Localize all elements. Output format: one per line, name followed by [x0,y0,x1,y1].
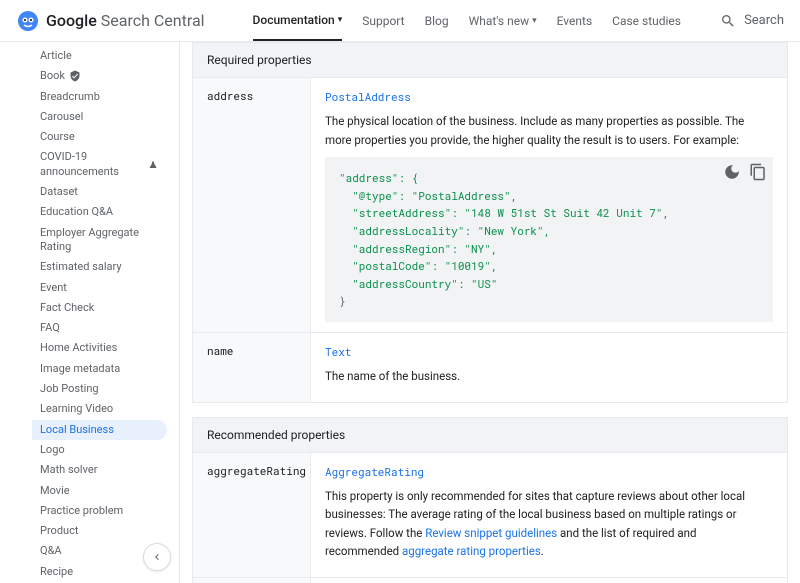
nav-support[interactable]: Support [362,1,404,41]
sidebar-item-product[interactable]: Product [32,521,179,541]
type-link-aggregaterating[interactable]: AggregateRating [325,464,424,479]
sidebar-item-faq[interactable]: FAQ [32,318,179,338]
type-link-postaladdress[interactable]: PostalAddress [325,89,411,104]
link-aggregate-rating[interactable]: aggregate rating properties [402,544,541,558]
main-content: Required properties address PostalAddres… [180,42,800,583]
property-address: address PostalAddress The physical locat… [192,78,788,333]
sidebar-item-learning-video[interactable]: Learning Video [32,399,179,419]
brand: Google Search Central [46,11,205,30]
sidebar-item-practice-problem[interactable]: Practice problem [32,501,179,521]
sidebar-item-employer-aggregate-rating[interactable]: Employer Aggregate Rating [32,223,179,258]
sidebar-item-event[interactable]: Event [32,278,179,298]
chevron-down-icon: ▾ [338,15,343,25]
sidebar-item-local-business[interactable]: Local Business [32,420,167,440]
header: Google Search Central Documentation▾ Supp… [0,0,800,42]
sidebar-item-breadcrumb[interactable]: Breadcrumb [32,87,179,107]
sidebar-item-carousel[interactable]: Carousel [32,107,179,127]
chevron-down-icon: ▾ [532,16,537,26]
sidebar-item-estimated-salary[interactable]: Estimated salary [32,257,179,277]
required-properties-header: Required properties [192,42,788,78]
prop-name: address [193,78,311,332]
logo[interactable]: Google Search Central [16,9,205,33]
nav-case-studies[interactable]: Case studies [612,1,681,41]
sidebar-item-dataset[interactable]: Dataset [32,182,179,202]
sidebar-item-course[interactable]: Course [32,127,179,147]
chevron-left-icon [151,551,163,563]
sidebar-item-article[interactable]: Article [32,46,179,66]
sidebar-item-education-q-a[interactable]: Education Q&A [32,202,179,222]
sidebar-item-math-solver[interactable]: Math solver [32,460,179,480]
sidebar-item-home-activities[interactable]: Home Activities [32,338,179,358]
nav-documentation[interactable]: Documentation▾ [253,1,343,41]
sidebar-item-job-posting[interactable]: Job Posting [32,379,179,399]
collapse-sidebar-button[interactable] [143,543,171,571]
flask-icon [149,159,157,171]
sidebar: ArticleBookBreadcrumbCarouselCourseCOVID… [0,42,180,583]
type-link-text[interactable]: Text [325,344,351,359]
property-department: department LocalBusiness A nested item f… [192,578,788,583]
sidebar-item-covid-announcements[interactable]: COVID-19 announcements [32,147,179,182]
nav-what-s-new[interactable]: What's new▾ [469,1,537,41]
code-example: "address": { "@type": "PostalAddress", "… [325,157,773,322]
property-name: name Text The name of the business. [192,333,788,403]
verified-icon [69,70,81,82]
top-nav: Documentation▾ Support Blog What's new▾ Even… [253,1,681,41]
sidebar-item-image-metadata[interactable]: Image metadata [32,359,179,379]
recommended-properties-header: Recommended properties [192,417,788,453]
nav-blog[interactable]: Blog [425,1,449,41]
property-aggregaterating: aggregateRating AggregateRating This pro… [192,453,788,578]
sidebar-item-logo[interactable]: Logo [32,440,179,460]
copy-icon[interactable] [749,163,767,181]
sidebar-item-fact-check[interactable]: Fact Check [32,298,179,318]
link-review-snippet[interactable]: Review snippet guidelines [425,526,557,540]
nav-events[interactable]: Events [557,1,593,41]
google-robot-icon [16,9,40,33]
search-placeholder: Search [744,13,784,28]
prop-description: The physical location of the business. I… [325,112,773,149]
sidebar-item-movie[interactable]: Movie [32,481,179,501]
search-icon [720,13,736,29]
dark-mode-icon[interactable] [723,163,741,181]
sidebar-item-book[interactable]: Book [32,66,179,86]
search-input[interactable]: Search [720,13,784,29]
